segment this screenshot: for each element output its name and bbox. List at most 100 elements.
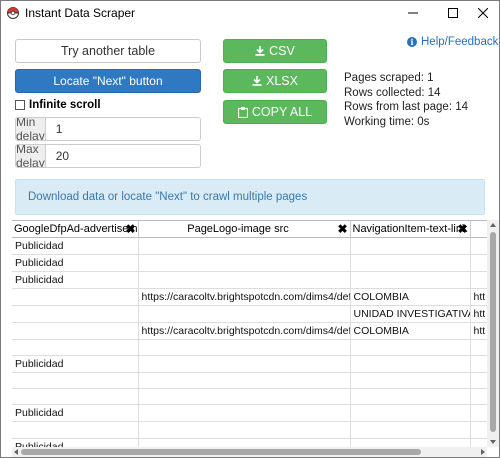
minimize-button[interactable]	[393, 1, 433, 25]
table-cell	[138, 339, 351, 356]
table-cell: htt	[470, 305, 487, 323]
table-cell	[138, 271, 351, 289]
rows-last-page-stat: Rows from last page: 14	[344, 101, 469, 113]
table-cell	[470, 355, 487, 373]
table-body: Publicidad Publicidad Publicidad https://ca…	[12, 237, 487, 447]
pages-scraped-stat: Pages scraped: 1	[344, 72, 434, 84]
table-cell	[350, 271, 471, 289]
table-cell	[12, 372, 139, 390]
remove-column-icon[interactable]: ✖	[337, 222, 347, 236]
infinite-scroll-checkbox[interactable]	[15, 100, 25, 110]
table-cell	[470, 421, 487, 439]
table-row: Publicidad	[12, 404, 487, 423]
table-cell: COLOMBIA	[350, 322, 471, 340]
table-cell: Publicidad	[12, 237, 139, 255]
column-header-label: NavigationItem-text-link	[352, 222, 468, 235]
scroll-right-arrow-icon[interactable]	[481, 449, 485, 455]
locate-next-button[interactable]: Locate "Next" button	[15, 69, 201, 93]
vertical-scrollbar[interactable]	[487, 220, 499, 447]
vertical-scroll-thumb[interactable]	[490, 232, 496, 432]
table-row: Publicidad	[12, 438, 487, 447]
try-another-table-button[interactable]: Try another table	[15, 39, 201, 63]
table-cell: htt	[470, 288, 487, 306]
table-cell	[470, 388, 487, 406]
table-cell	[350, 372, 471, 390]
table-row: Publicidad	[12, 271, 487, 289]
download-icon	[255, 46, 265, 56]
table-cell	[138, 355, 351, 373]
help-feedback-link[interactable]: i Help/Feedback	[407, 36, 498, 48]
copy-all-label: COPY ALL	[251, 105, 313, 119]
app-window: Instant Data Scraper Try another table L…	[0, 0, 500, 458]
table-cell	[138, 421, 351, 439]
title-bar: Instant Data Scraper	[1, 1, 499, 25]
table-cell	[12, 288, 139, 306]
table-cell	[12, 305, 139, 323]
info-alert: Download data or locate "Next" to crawl …	[15, 179, 485, 215]
table-row: Publicidad	[12, 355, 487, 373]
table-cell: Publicidad	[12, 271, 139, 289]
table-cell	[350, 237, 471, 255]
max-delay-input[interactable]	[45, 145, 200, 167]
table-cell	[350, 421, 471, 439]
table-cell: UNIDAD INVESTIGATIVA	[350, 305, 471, 323]
min-delay-label: Min delay	[16, 117, 46, 141]
max-delay-group: Max delay sec	[15, 144, 201, 168]
table-row	[12, 421, 487, 439]
download-icon	[252, 76, 262, 86]
scroll-left-arrow-icon[interactable]	[14, 449, 18, 455]
table-cell	[138, 404, 351, 423]
table-cell	[470, 372, 487, 390]
table-cell: https://caracoltv.brightspotcdn.com/dims…	[138, 288, 351, 306]
table-cell	[12, 339, 139, 356]
table-cell	[470, 404, 487, 423]
table-row: Publicidad	[12, 237, 487, 255]
table-row: UNIDAD INVESTIGATIVA htt	[12, 305, 487, 323]
scroll-up-arrow-icon[interactable]	[490, 223, 496, 227]
remove-column-icon[interactable]: ✖	[125, 222, 135, 236]
table-row	[12, 372, 487, 390]
table-cell	[138, 305, 351, 323]
table-cell: Publicidad	[12, 355, 139, 373]
copy-all-button[interactable]: COPY ALL	[223, 100, 327, 124]
info-alert-text: Download data or locate "Next" to crawl …	[28, 191, 308, 203]
table-row: https://caracoltv.brightspotcdn.com/dims…	[12, 322, 487, 340]
table-cell	[470, 254, 487, 272]
table-cell	[138, 388, 351, 406]
table-cell	[138, 254, 351, 272]
info-circle-icon: i	[407, 37, 417, 47]
table-row: https://caracoltv.brightspotcdn.com/dims…	[12, 288, 487, 306]
table-cell	[12, 388, 139, 406]
close-button[interactable]	[463, 1, 500, 25]
horizontal-scrollbar[interactable]	[12, 447, 487, 457]
xlsx-label: XLSX	[266, 74, 298, 88]
horizontal-scroll-thumb[interactable]	[21, 449, 421, 455]
download-csv-button[interactable]: CSV	[223, 39, 327, 63]
max-delay-label: Max delay	[16, 144, 46, 168]
table-cell	[470, 438, 487, 447]
min-delay-input[interactable]	[45, 118, 200, 140]
working-time-stat: Working time: 0s	[344, 115, 430, 128]
pokeball-app-icon	[7, 7, 19, 19]
column-header: GoogleDfpAd-advertisement✖	[12, 221, 139, 238]
remove-column-icon[interactable]: ✖	[457, 222, 467, 236]
table-row	[12, 339, 487, 356]
table-cell	[470, 237, 487, 255]
table-row	[12, 388, 487, 406]
table-header-row: GoogleDfpAd-advertisement✖PageLogo-image…	[12, 221, 487, 238]
column-header: NavigationItem-text-link ✖	[350, 221, 471, 238]
table-cell	[350, 438, 471, 447]
table-cell: Publicidad	[12, 254, 139, 272]
infinite-scroll-option[interactable]: Infinite scroll	[15, 99, 101, 111]
column-header: htt	[470, 221, 487, 238]
table-cell	[350, 339, 471, 356]
download-xlsx-button[interactable]: XLSX	[223, 69, 327, 93]
data-table: GoogleDfpAd-advertisement✖PageLogo-image…	[12, 221, 487, 447]
table-cell: COLOMBIA	[350, 288, 471, 306]
min-delay-group: Min delay sec	[15, 117, 201, 141]
table-cell	[470, 271, 487, 289]
column-header-label: GoogleDfpAd-advertisement	[14, 222, 138, 235]
table-cell	[470, 339, 487, 356]
rows-collected-stat: Rows collected: 14	[344, 86, 441, 99]
scroll-down-arrow-icon[interactable]	[490, 440, 496, 444]
